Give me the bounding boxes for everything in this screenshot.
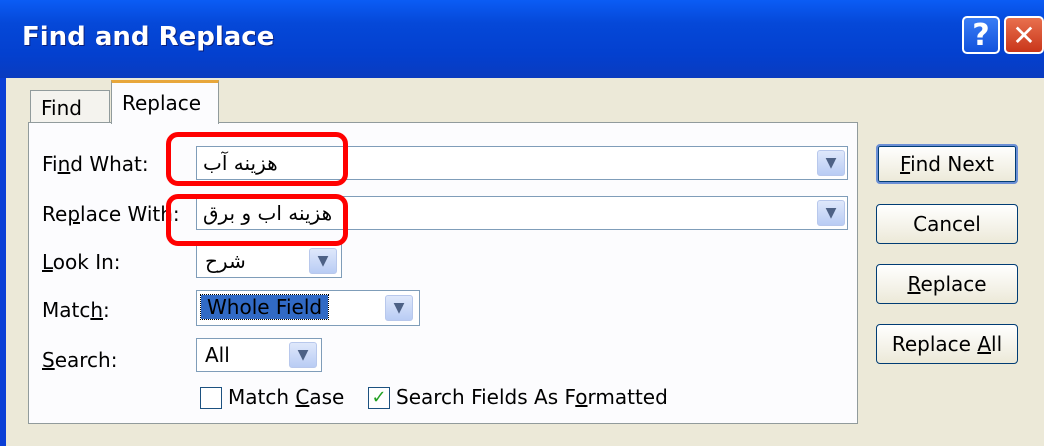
search-select[interactable]: All ▼ — [196, 338, 322, 372]
find-what-label: Find What: — [42, 152, 149, 176]
match-case-label[interactable]: Match Case — [228, 385, 344, 409]
match-case-checkbox[interactable] — [200, 387, 222, 409]
look-in-select[interactable]: شرح ▼ — [196, 244, 342, 278]
chevron-down-icon[interactable]: ▼ — [309, 248, 337, 274]
chevron-down-icon[interactable]: ▼ — [817, 200, 845, 226]
replace-with-label: Replace With: — [42, 202, 180, 226]
search-formatted-label[interactable]: Search Fields As Formatted — [396, 385, 668, 409]
search-label: Search: — [42, 348, 118, 372]
checkmark-icon: ✓ — [371, 387, 387, 408]
look-in-value: شرح — [205, 249, 246, 273]
chevron-down-icon[interactable]: ▼ — [385, 295, 413, 321]
find-next-button[interactable]: Find Next — [876, 144, 1018, 184]
match-label: Match: — [42, 298, 110, 322]
cancel-button[interactable]: Cancel — [876, 204, 1018, 244]
tab-replace[interactable]: Replace — [111, 80, 219, 124]
replace-all-button[interactable]: Replace All — [876, 324, 1018, 364]
help-button[interactable]: ? — [962, 16, 1000, 54]
look-in-label: Look In: — [42, 250, 121, 274]
chevron-down-icon[interactable]: ▼ — [289, 342, 317, 368]
close-button[interactable]: ✕ — [1004, 16, 1044, 54]
search-formatted-checkbox[interactable]: ✓ — [368, 387, 390, 409]
highlight-find-what — [166, 132, 348, 186]
search-value: All — [205, 343, 230, 367]
tab-find[interactable]: Find — [30, 90, 110, 124]
window-title: Find and Replace — [22, 22, 275, 52]
match-select[interactable]: Whole Field ▼ — [196, 290, 420, 326]
highlight-replace-with — [166, 194, 348, 246]
title-bar: Find and Replace ? ✕ — [0, 0, 1044, 78]
replace-button[interactable]: Replace — [876, 264, 1018, 304]
chevron-down-icon[interactable]: ▼ — [817, 150, 845, 176]
match-value: Whole Field — [199, 294, 330, 320]
